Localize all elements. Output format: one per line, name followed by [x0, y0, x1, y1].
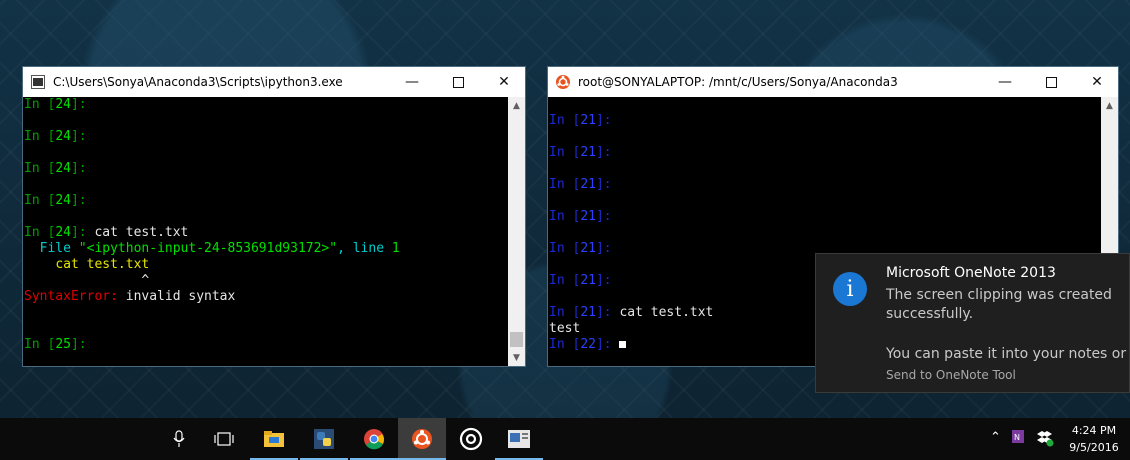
prompt-line: In [24]:: [24, 97, 87, 112]
onenote-tray-icon[interactable]: N: [1011, 428, 1027, 450]
bash-titlebar[interactable]: root@SONYALAPTOP: /mnt/c/Users/Sonya/Ana…: [548, 67, 1118, 97]
notification-body-line: The screen clipping was created: [886, 287, 1112, 303]
maximize-button[interactable]: [1028, 67, 1074, 97]
microphone-button[interactable]: [155, 418, 203, 460]
groove-icon: [459, 427, 483, 451]
dropbox-tray-icon[interactable]: [1036, 429, 1054, 451]
maximize-icon: [452, 76, 464, 88]
onenote-clip-icon: [508, 430, 530, 448]
scroll-up-icon[interactable]: ▲: [508, 97, 525, 114]
task-view-icon: [214, 432, 234, 446]
info-icon: i: [833, 272, 867, 306]
traceback-caret-line: ^: [141, 273, 150, 288]
traceback-file-line: File "<ipython-input-24-853691d93172>", …: [39, 241, 400, 256]
python-button[interactable]: [300, 418, 348, 460]
text-cursor: [619, 341, 627, 348]
traceback-code-line: cat test.txt: [55, 257, 150, 272]
prompt-line: In [24]:: [24, 193, 87, 208]
ubuntu-icon: [412, 429, 432, 449]
minimize-button[interactable]: —: [389, 67, 435, 97]
onenote-clip-button[interactable]: [495, 418, 543, 460]
scroll-down-icon[interactable]: ▼: [508, 349, 525, 366]
syntax-error-line: SyntaxError: invalid syntax: [24, 289, 236, 304]
scrollbar-thumb[interactable]: [510, 332, 523, 347]
command-line: In [24]: cat test.txt: [24, 225, 189, 240]
notification-title: Microsoft OneNote 2013: [886, 265, 1056, 281]
prompt-line: In [21]:: [549, 273, 612, 288]
chrome-icon: [364, 429, 384, 450]
chrome-button[interactable]: [350, 418, 398, 460]
ubuntu-bash-button[interactable]: [398, 418, 446, 460]
close-button[interactable]: ✕: [481, 67, 527, 97]
onenote-notification[interactable]: i Microsoft OneNote 2013 The screen clip…: [815, 253, 1130, 393]
prompt-line: In [22]:: [549, 337, 627, 353]
command-line: In [21]: cat test.txt: [549, 305, 714, 320]
prompt-line: In [25]:: [24, 337, 87, 352]
notification-body-line: You can paste it into your notes or in: [886, 346, 1130, 362]
file-explorer-button[interactable]: [250, 418, 298, 460]
notification-body-line: successfully.: [886, 306, 974, 322]
notification-source: Send to OneNote Tool: [886, 368, 1016, 382]
maximize-button[interactable]: [435, 67, 481, 97]
prompt-line: In [21]:: [549, 241, 612, 256]
prompt-line: In [21]:: [549, 177, 612, 192]
prompt-line: In [21]:: [549, 113, 612, 128]
file-explorer-icon: [264, 431, 284, 447]
window-title: C:\Users\Sonya\Anaconda3\Scripts\ipython…: [53, 75, 343, 89]
python-icon: [314, 429, 334, 449]
ubuntu-icon: [556, 75, 570, 89]
clock-date: 9/5/2016: [1069, 441, 1119, 454]
ipython-titlebar[interactable]: C:\Users\Sonya\Anaconda3\Scripts\ipython…: [23, 67, 525, 97]
prompt-line: In [24]:: [24, 161, 87, 176]
window-title: root@SONYALAPTOP: /mnt/c/Users/Sonya/Ana…: [578, 75, 898, 89]
taskbar: ⌃ N 4:24 PM 9/5/2016: [0, 418, 1130, 460]
system-clock[interactable]: 4:24 PM 9/5/2016: [1064, 422, 1124, 456]
command-output: test: [549, 321, 581, 336]
scroll-up-icon[interactable]: ▲: [1101, 97, 1118, 114]
vertical-scrollbar[interactable]: ▲ ▼: [508, 97, 525, 366]
prompt-line: In [24]:: [24, 129, 87, 144]
prompt-line: In [21]:: [549, 145, 612, 160]
show-hidden-icons-chevron-icon[interactable]: ⌃: [990, 430, 1001, 445]
task-view-button[interactable]: [200, 418, 248, 460]
groove-music-button[interactable]: [447, 418, 495, 460]
close-button[interactable]: ✕: [1074, 67, 1120, 97]
microphone-icon: [173, 430, 185, 447]
ipython-terminal-output[interactable]: In [24]: In [24]: In [24]: In [24]: In […: [23, 97, 508, 366]
console-app-icon: [31, 75, 45, 89]
prompt-line: In [21]:: [549, 209, 612, 224]
ipython-window[interactable]: C:\Users\Sonya\Anaconda3\Scripts\ipython…: [22, 66, 526, 367]
clock-time: 4:24 PM: [1071, 424, 1117, 437]
maximize-icon: [1045, 76, 1057, 88]
svg-text:N: N: [1014, 433, 1020, 442]
minimize-button[interactable]: —: [982, 67, 1028, 97]
